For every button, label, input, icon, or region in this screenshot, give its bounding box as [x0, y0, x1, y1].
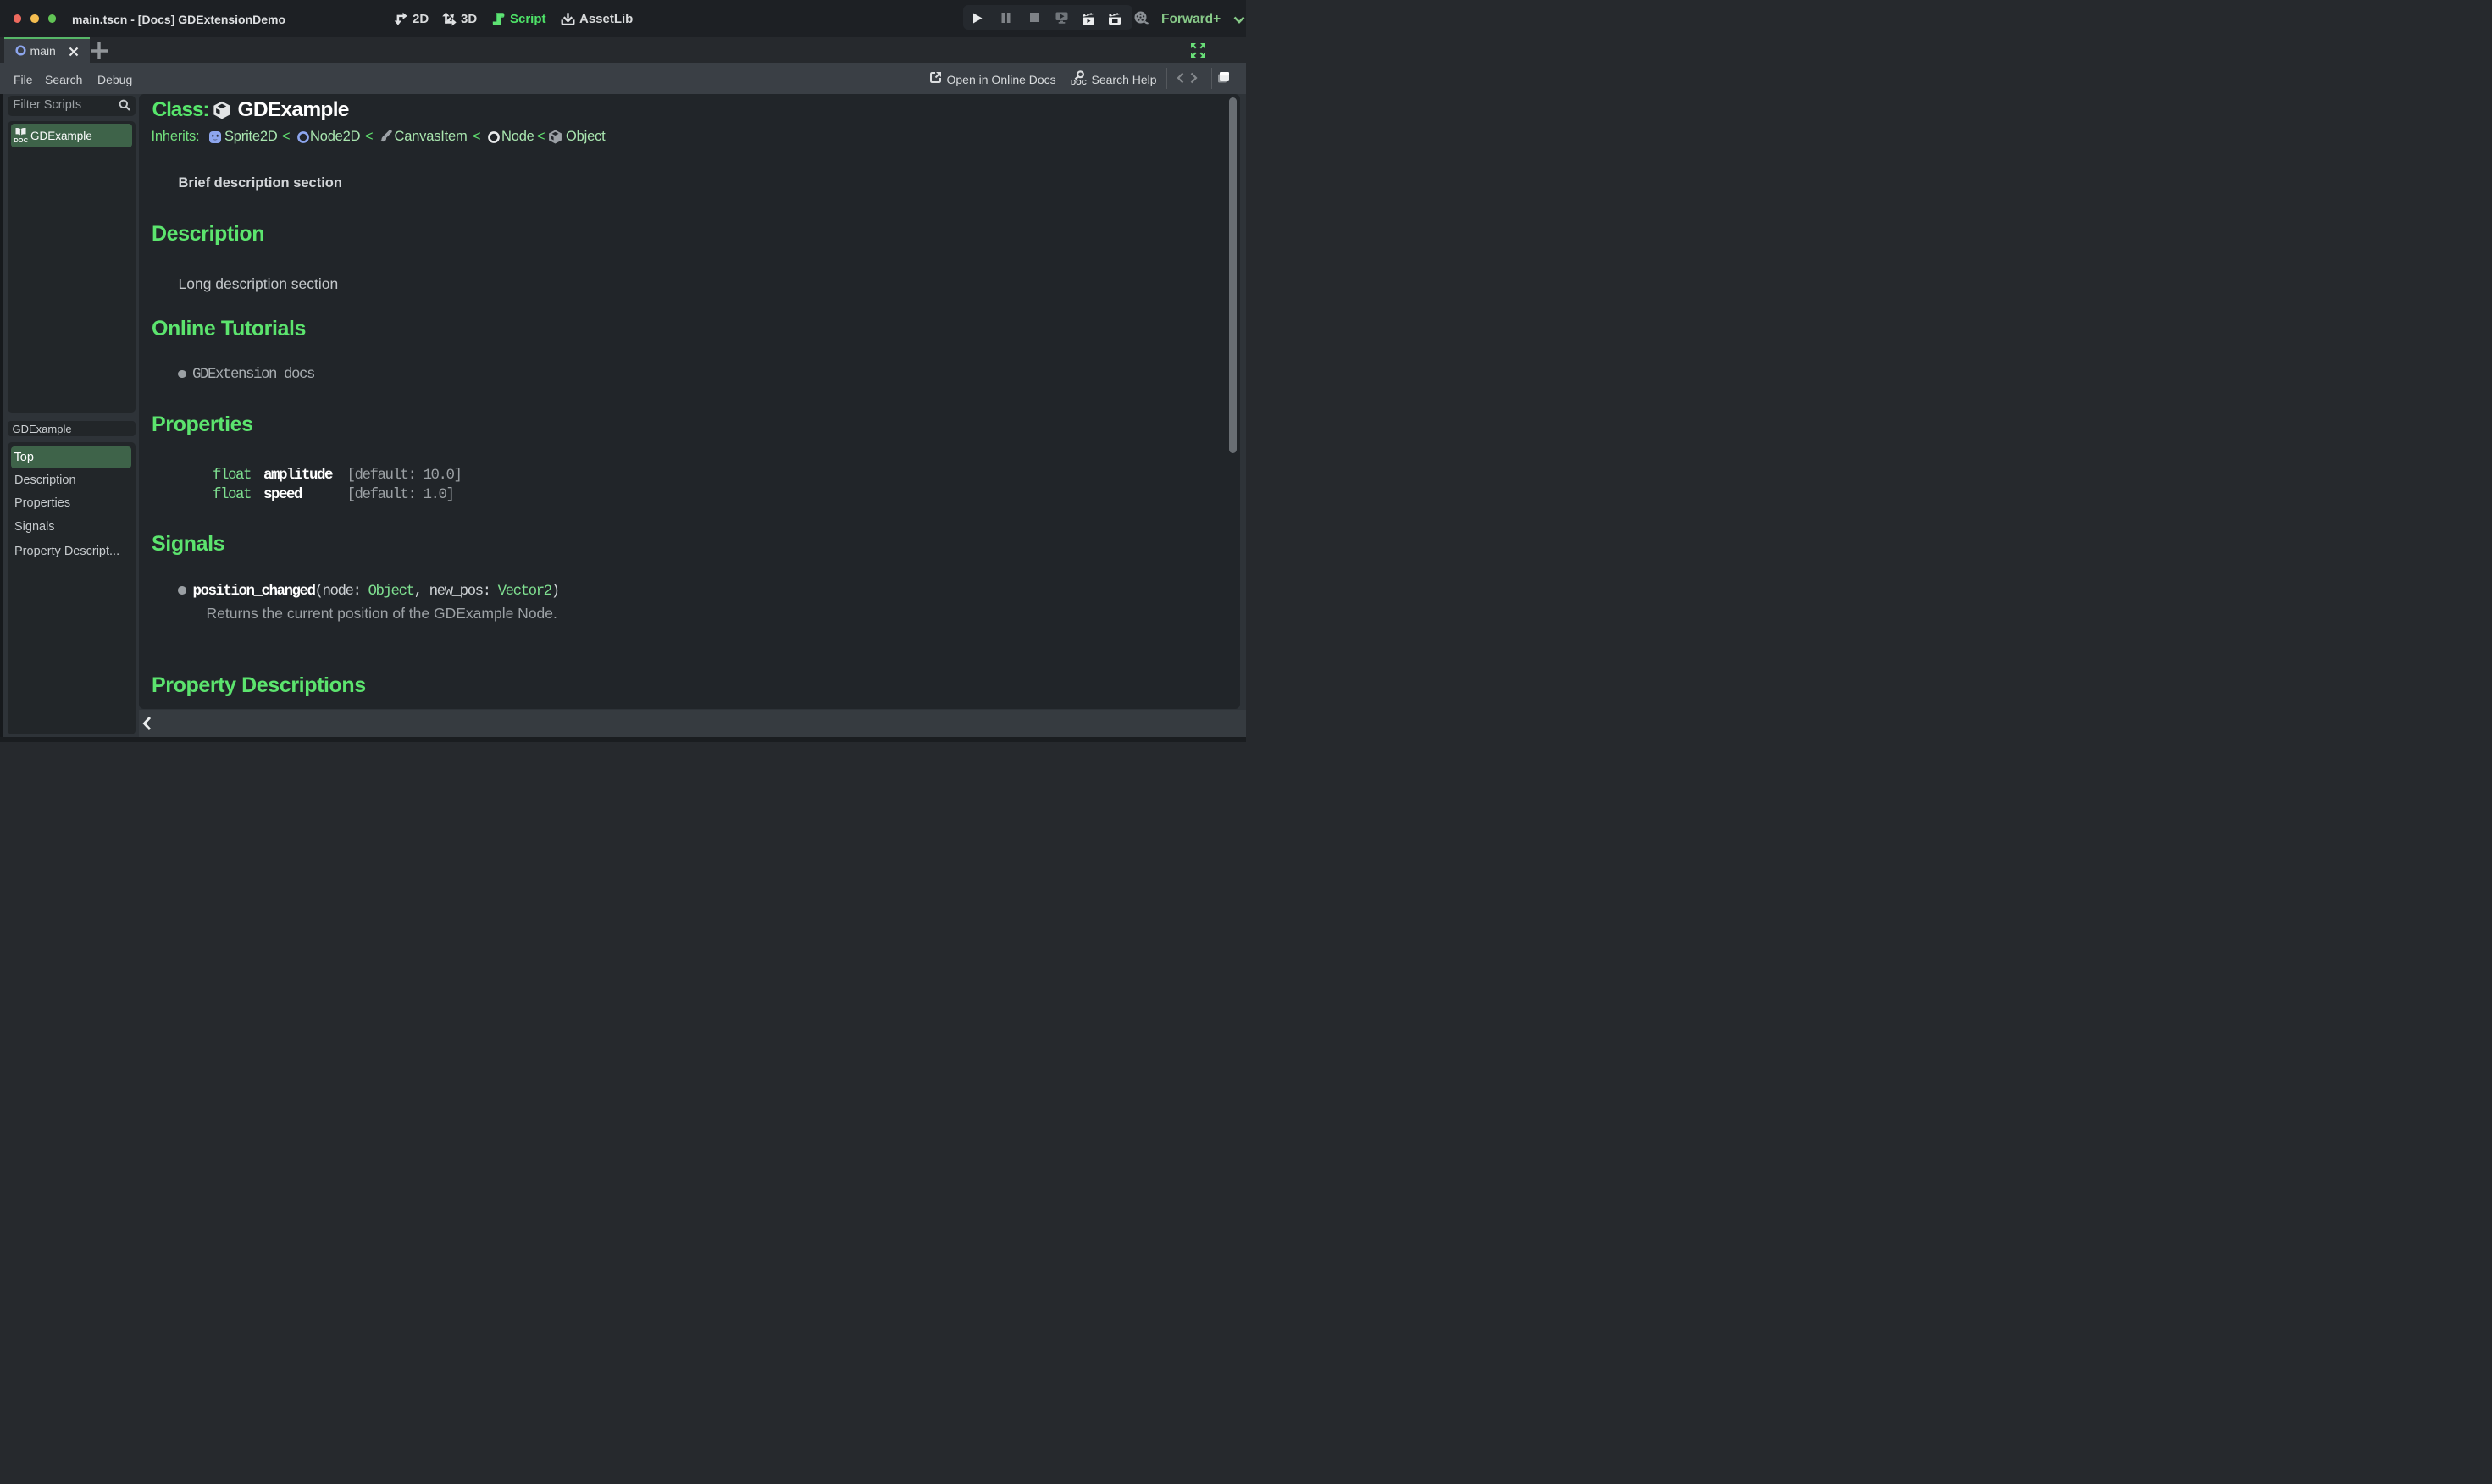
svg-text:DOC: DOC: [1071, 78, 1087, 86]
svg-text:DOC: DOC: [14, 136, 28, 143]
